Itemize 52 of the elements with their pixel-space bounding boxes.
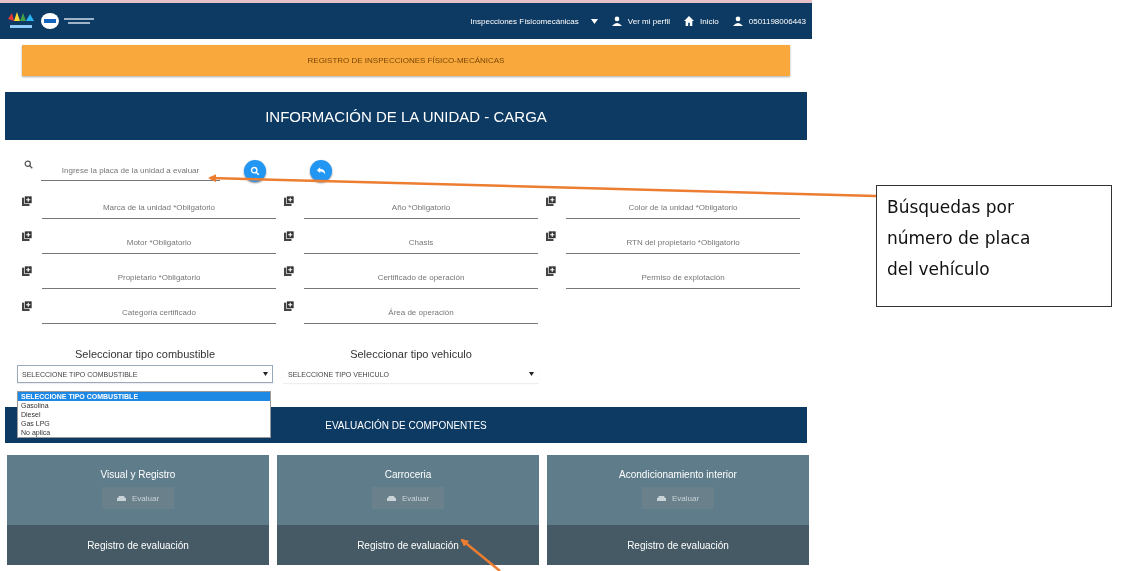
add-stack-icon — [284, 231, 294, 241]
back-button[interactable] — [310, 160, 332, 182]
back-arrow-icon — [316, 166, 326, 176]
card-title: Acondicionamiento interior — [619, 469, 737, 480]
add-stack-icon — [546, 231, 556, 241]
user-icon — [732, 16, 743, 26]
select-label: Seleccionar tipo combustible — [74, 348, 216, 360]
profile-link[interactable]: Ver mi perfil — [611, 16, 671, 26]
card-title: Visual y Registro — [100, 469, 176, 480]
add-stack-icon — [546, 196, 556, 206]
car-icon — [116, 494, 126, 502]
caret-icon — [529, 372, 534, 376]
add-stack-icon — [22, 266, 32, 276]
add-stack-icon — [22, 301, 32, 311]
text-field[interactable]: Categoría certificado — [42, 301, 276, 324]
card-footer[interactable]: Registro de evaluación — [547, 525, 809, 565]
text-field[interactable]: Año *Obligatorio — [304, 196, 538, 219]
text-field[interactable]: Área de operación — [304, 301, 538, 324]
text-field[interactable]: Marca de la unidad *Obligatorio — [42, 196, 276, 219]
text-field[interactable]: Chasis — [304, 231, 538, 254]
card-title: Carroceria — [384, 469, 432, 480]
user-icon — [611, 16, 622, 26]
card-footer[interactable]: Registro de evaluación — [7, 525, 269, 565]
text-field[interactable]: Permiso de explotación — [566, 266, 800, 289]
add-stack-icon — [284, 301, 294, 311]
add-stack-icon — [22, 196, 32, 206]
text-field[interactable]: Certificado de operación — [304, 266, 538, 289]
section-title: INFORMACIÓN DE LA UNIDAD - CARGA — [5, 92, 807, 140]
banner: REGISTRO DE INSPECCIONES FÍSICO-MECÁNICAS — [22, 45, 790, 76]
car-icon — [386, 494, 396, 502]
select-label: Seleccionar tipo vehiculo — [349, 348, 473, 360]
caret-icon — [263, 372, 268, 376]
callout-box: Búsquedas por número de placa del vehículo — [876, 185, 1112, 307]
text-field[interactable]: Color de la unidad *Obligatorio — [566, 196, 800, 219]
plate-search-field[interactable]: Ingrese la placa de la unidad a evaluar — [41, 161, 220, 181]
caret-icon — [590, 18, 598, 24]
text-field[interactable]: Propietario *Obligatorio — [42, 266, 276, 289]
car-icon — [656, 494, 666, 502]
text-field[interactable]: RTN del propietario *Obligatorio — [566, 231, 800, 254]
text-field[interactable]: Motor *Obligatorio — [42, 231, 276, 254]
home-icon — [684, 16, 695, 26]
arrow — [460, 538, 501, 571]
add-stack-icon — [22, 231, 32, 241]
search-icon — [24, 160, 33, 169]
search-icon — [250, 166, 260, 176]
add-stack-icon — [546, 266, 556, 276]
module-menu[interactable]: Inspecciones Físicomecánicas — [470, 16, 598, 26]
home-link[interactable]: Inicio — [684, 16, 719, 26]
add-stack-icon — [284, 196, 294, 206]
user-menu[interactable]: 0501198006443 — [732, 16, 806, 26]
add-stack-icon — [284, 266, 294, 276]
card-footer[interactable]: Registro de evaluación — [277, 525, 539, 565]
